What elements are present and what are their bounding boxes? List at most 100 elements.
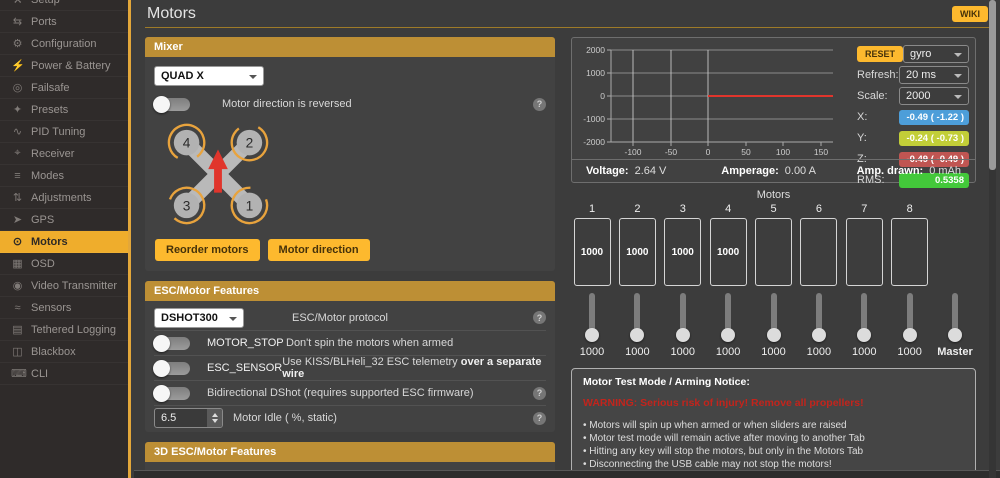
motor-direction-reversed-toggle[interactable]	[154, 98, 190, 111]
wiki-button[interactable]: WIKI	[952, 6, 988, 22]
titlebar: Motors WIKI	[145, 0, 994, 28]
sidebar-item-blackbox[interactable]: ◫Blackbox	[0, 341, 128, 363]
sidebar-item-video-transmitter[interactable]: ◉Video Transmitter	[0, 275, 128, 297]
motor-columns: 1100010002100010003100010004100010005100…	[571, 203, 976, 359]
reorder-motors-button[interactable]: Reorder motors	[155, 239, 260, 261]
modes-icon: ≡	[11, 170, 24, 182]
motor-slider-label: 1000	[807, 346, 831, 359]
esc-features-header: ESC/Motor Features	[145, 281, 555, 301]
scrollbar-thumb[interactable]	[989, 0, 996, 170]
notice-bullet: Motor test mode will remain active after…	[583, 432, 964, 445]
motor-column-2: 210001000	[618, 203, 656, 359]
svg-text:100: 100	[776, 147, 790, 157]
motor-slider-7[interactable]	[861, 293, 867, 335]
receiver-icon: ⌖	[11, 147, 24, 160]
motor-slider-5[interactable]	[771, 293, 777, 335]
motor-number: 7	[861, 203, 867, 218]
sidebar-item-modes[interactable]: ≡ Modes	[0, 165, 128, 187]
sidebar-item-receiver[interactable]: ⌖Receiver	[0, 143, 128, 165]
motor-slider-4[interactable]	[725, 293, 731, 335]
sidebar-item-configuration[interactable]: ⚙Configuration	[0, 33, 128, 55]
page-title: Motors	[147, 5, 196, 23]
scale-label: Scale:	[857, 90, 899, 102]
amp-drawn-label: Amp. drawn:	[857, 165, 924, 177]
sidebar-item-pid-tuning[interactable]: ∿PID Tuning	[0, 121, 128, 143]
y-tick-labels: 200010000-1000-2000	[583, 45, 605, 147]
bidirectional-dshot-toggle[interactable]	[154, 387, 190, 400]
refresh-select[interactable]: 20 ms	[899, 66, 969, 84]
sidebar-item-adjustments[interactable]: ⇅Adjustments	[0, 187, 128, 209]
notice-bullets: Motors will spin up when armed or when s…	[583, 419, 964, 471]
notice-bullet: Motors will spin up when armed or when s…	[583, 419, 964, 432]
scale-select[interactable]: 2000	[899, 87, 969, 105]
x-axis-label: X:	[857, 111, 899, 123]
amperage-label: Amperage:	[721, 165, 778, 177]
motor-number-top-right: 2	[246, 135, 254, 150]
sidebar-item-label: Modes	[31, 170, 64, 182]
motor-idle-input[interactable]: 6.5	[154, 408, 223, 428]
sidebar-item-label: Failsafe	[31, 82, 70, 94]
reset-button[interactable]: RESET	[857, 46, 903, 62]
setup-icon: ⚒	[11, 0, 24, 6]
motor-column-8: 81000	[891, 203, 929, 359]
graph-source-select[interactable]: gyro	[903, 45, 969, 63]
sidebar-item-gps[interactable]: ➤GPS	[0, 209, 128, 231]
pid-tuning-icon: ∿	[11, 125, 24, 138]
mixer-panel: Mixer QUAD X Motor direction is reversed…	[145, 37, 555, 271]
sidebar-item-failsafe[interactable]: ◎ Failsafe	[0, 77, 128, 99]
sidebar-item-ports[interactable]: ⇆Ports	[0, 11, 128, 33]
help-icon[interactable]: ?	[533, 387, 546, 400]
motor-stop-desc: Don't spin the motors when armed	[286, 337, 453, 349]
motor-value-box	[846, 218, 883, 286]
voltage-label: Voltage:	[586, 165, 629, 177]
amp-drawn-value: 0 mAh	[929, 165, 961, 177]
motor-slider-label: 1000	[852, 346, 876, 359]
esc-features-panel: ESC/Motor Features DSHOT300 ESC/Motor pr…	[145, 281, 555, 432]
esc-protocol-select[interactable]: DSHOT300	[154, 308, 244, 328]
esc-sensor-toggle[interactable]	[154, 362, 190, 375]
sidebar-item-label: Setup	[31, 0, 60, 6]
failsafe-icon: ◎	[11, 81, 24, 94]
mixer-type-select[interactable]: QUAD X	[154, 66, 264, 86]
sidebar-item-motors[interactable]: ⊙Motors	[0, 231, 128, 253]
adjustments-icon: ⇅	[11, 191, 24, 204]
help-icon[interactable]: ?	[533, 412, 546, 425]
sidebar-item-setup[interactable]: ⚒ Setup	[0, 0, 128, 11]
scrollbar[interactable]	[989, 0, 996, 478]
sidebar-item-sensors[interactable]: ≈Sensors	[0, 297, 128, 319]
motor-stop-toggle[interactable]	[154, 337, 190, 350]
amperage-value: 0.00 A	[785, 165, 816, 177]
ticks	[607, 50, 821, 146]
master-slider[interactable]	[952, 293, 958, 335]
motor-column-6: 61000	[800, 203, 838, 359]
motor-column-master: Master	[936, 203, 974, 359]
svg-text:-2000: -2000	[583, 137, 605, 147]
help-icon[interactable]: ?	[533, 311, 546, 324]
sidebar-item-cli[interactable]: ⌨CLI	[0, 363, 128, 385]
motor-slider-8[interactable]	[907, 293, 913, 335]
svg-text:150: 150	[814, 147, 828, 157]
motor-number: 8	[907, 203, 913, 218]
svg-text:50: 50	[741, 147, 751, 157]
motor-column-7: 7 1000	[845, 203, 883, 359]
motor-slider-1[interactable]	[589, 293, 595, 335]
motor-slider-6[interactable]	[816, 293, 822, 335]
x-tick-labels: -100-50050100150	[624, 147, 828, 157]
motors-block-title: Motors	[571, 189, 976, 201]
esc-sensor-desc: Use KISS/BLHeli_32 ESC telemetry over a …	[282, 356, 546, 380]
sidebar-item-tethered-logging[interactable]: ▤Tethered Logging	[0, 319, 128, 341]
sidebar-item-osd[interactable]: ▦OSD	[0, 253, 128, 275]
svg-text:-100: -100	[624, 147, 641, 157]
motor-number: 3	[680, 203, 686, 218]
motor-idle-stepper[interactable]	[207, 409, 222, 427]
voltage-value: 2.64 V	[635, 165, 667, 177]
motor-slider-3[interactable]	[680, 293, 686, 335]
footer-strip	[134, 470, 1000, 478]
sidebar-item-power-battery[interactable]: ⚡Power & Battery	[0, 55, 128, 77]
motor-slider-2[interactable]	[634, 293, 640, 335]
help-icon[interactable]: ?	[533, 98, 546, 111]
motor-direction-button[interactable]: Motor direction	[268, 239, 370, 261]
video-transmitter-icon: ◉	[11, 279, 24, 292]
sidebar-item-presets[interactable]: ✦Presets	[0, 99, 128, 121]
motor-number: 2	[634, 203, 640, 218]
